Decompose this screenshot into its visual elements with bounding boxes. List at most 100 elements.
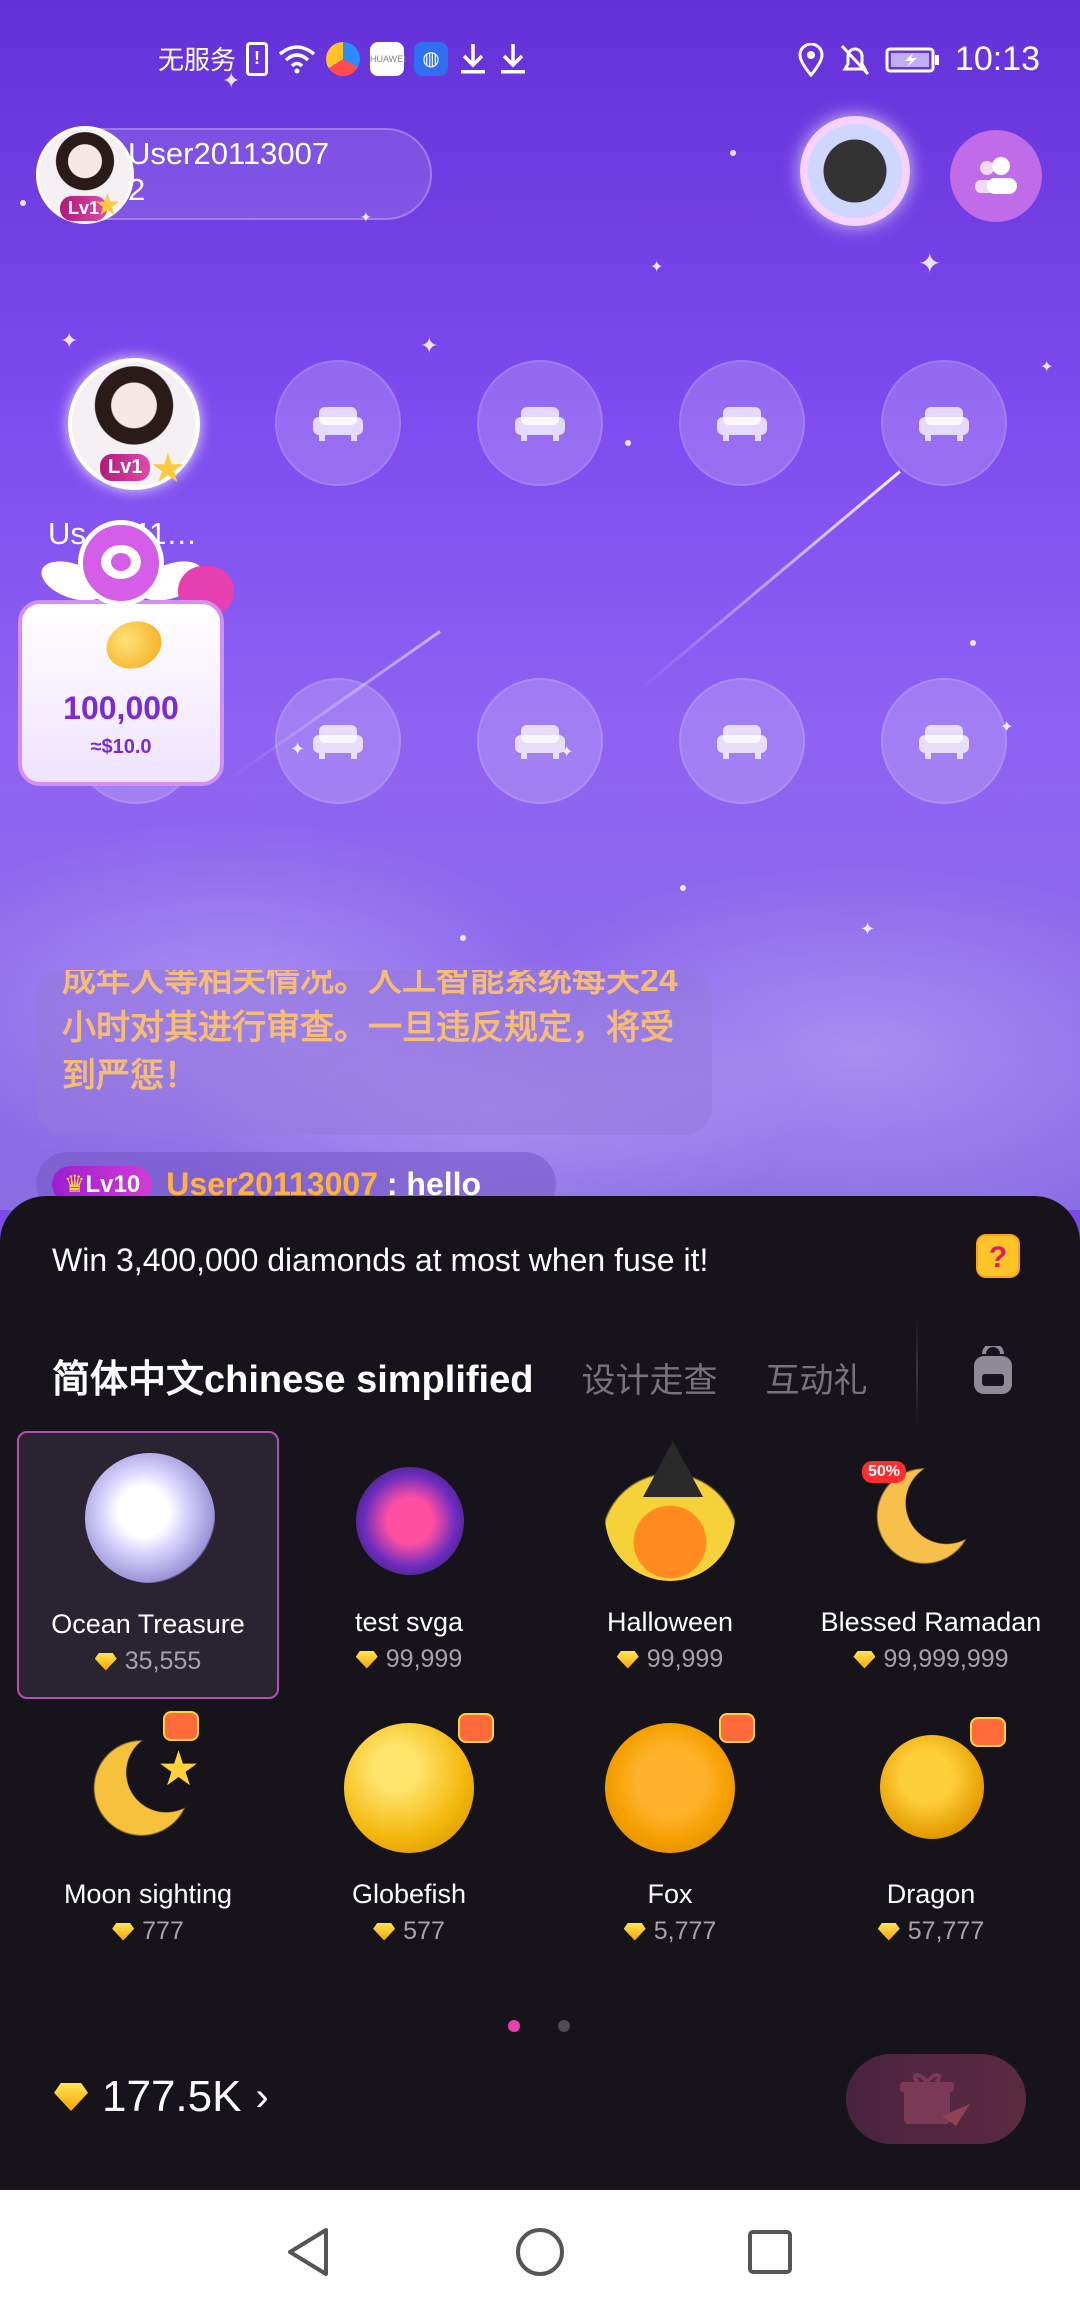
gift-item[interactable]: Globefish 577 (278, 1703, 540, 1971)
gift-price: 35,555 (19, 1647, 277, 1676)
gift-item[interactable]: Halloween 99,999 (539, 1431, 801, 1699)
coin-amount: 100,000 (63, 690, 179, 726)
send-gift-button[interactable] (846, 2054, 1026, 2144)
star-dot (680, 885, 686, 891)
home-circle-icon[interactable] (514, 2226, 566, 2278)
backpack-icon[interactable] (970, 1346, 1016, 1396)
sofa-icon (313, 407, 363, 441)
sofa-icon (717, 725, 767, 759)
gift-tabs: 简体中文chinese simplified 设计走查 互动礼 (52, 1348, 867, 1403)
coin-bean-icon (99, 613, 169, 677)
gift-price: 99,999 (278, 1645, 540, 1674)
online-users-button[interactable] (950, 130, 1042, 222)
empty-seat[interactable] (881, 678, 1007, 804)
gift-name: Dragon (886, 1879, 976, 1909)
battery-charging-icon (885, 47, 939, 72)
treasure-badge-icon (970, 1717, 1006, 1747)
bell-off-icon (840, 44, 870, 75)
diamond-icon (853, 1650, 876, 1669)
gift-item[interactable]: Fox 5,777 (539, 1703, 801, 1971)
tab-divider (916, 1316, 918, 1426)
empty-seat[interactable] (679, 678, 805, 804)
dragon-icon (880, 1735, 984, 1839)
gift-price: 57,777 (800, 1917, 1062, 1946)
treasure-badge-icon (719, 1713, 755, 1743)
star-decoration: ✦ (650, 259, 664, 276)
gift-item[interactable]: ★ Moon sighting 777 (17, 1703, 279, 1971)
diamond-icon (623, 1922, 646, 1941)
coin-reward-card[interactable]: 100,000 ≈$10.0 (18, 600, 224, 786)
back-triangle-icon[interactable] (284, 2226, 332, 2278)
empty-seat[interactable] (881, 360, 1007, 486)
sofa-icon (313, 725, 363, 759)
tab-interactive-gift[interactable]: 互动礼 (765, 1353, 867, 1402)
diamond-balance[interactable]: 177.5K › (54, 2072, 269, 2122)
page-indicator[interactable] (558, 2020, 570, 2032)
diamond-icon (877, 1922, 900, 1941)
gift-item[interactable]: test svga 99,999 (278, 1431, 540, 1699)
coin-usd-value: ≈$10.0 (90, 736, 152, 758)
seat-level-star-icon: ★ (150, 447, 186, 491)
star-dot (460, 935, 466, 941)
carrier-label: 无服务 (158, 45, 237, 75)
users-icon (975, 157, 1017, 194)
gift-price: 99,999 (539, 1645, 801, 1674)
top-contributor-avatar[interactable] (800, 116, 910, 226)
empty-seat[interactable] (477, 678, 603, 804)
balance-amount: 177.5K (102, 2072, 242, 2121)
clock: 10:13 (954, 40, 1040, 78)
page-indicator-active[interactable] (508, 2020, 520, 2032)
gift-price: 99,999,999 (800, 1645, 1062, 1674)
empty-seat[interactable] (477, 360, 603, 486)
sofa-icon (919, 725, 969, 759)
star-dot (20, 200, 26, 206)
star-dot (730, 150, 736, 156)
gift-item[interactable]: Dragon 57,777 (800, 1703, 1062, 1971)
sim-alert-icon: ! (246, 41, 269, 76)
system-notice: 成年人等相关情况。人工智能系统每天24 小时对其进行审查。一旦违反规定，将受到严… (36, 970, 712, 1135)
diamond-icon (94, 1652, 117, 1671)
chevron-right-icon: › (255, 2074, 269, 2119)
gift-price: 5,777 (539, 1917, 801, 1946)
huawei-app-icon: HUAWEI (370, 41, 406, 76)
star-decoration: ✦ (60, 328, 79, 353)
sofa-icon (919, 407, 969, 441)
globe-app-icon: ◍ (414, 41, 449, 76)
mascot-icon (78, 520, 164, 606)
help-button[interactable]: ? (976, 1234, 1020, 1278)
gift-name: Fox (647, 1879, 693, 1909)
sofa-icon (717, 407, 767, 441)
download-icon (501, 43, 526, 73)
shooting-star (638, 470, 901, 692)
gift-name: Moon sighting (63, 1879, 233, 1909)
globefish-icon (344, 1723, 474, 1853)
gift-box-icon (900, 2073, 970, 2126)
star-decoration: ✦ (420, 333, 439, 358)
sofa-icon (515, 407, 565, 441)
gift-item[interactable]: Ocean Treasure 35,555 (17, 1431, 279, 1699)
treasure-badge-icon (163, 1711, 199, 1741)
host-name: User20113007 2 (128, 136, 330, 207)
gift-price: 777 (17, 1917, 279, 1946)
treasure-badge-icon (458, 1713, 494, 1743)
diamond-icon (54, 2083, 88, 2111)
star-decoration: ✦ (1040, 359, 1054, 376)
seat-level-badge: Lv1 (100, 454, 151, 481)
crown-icon: ♛ (64, 1170, 86, 1198)
location-icon (798, 42, 824, 77)
fuse-promo-text: Win 3,400,000 diamonds at most when fuse… (52, 1242, 709, 1278)
tab-design-review[interactable]: 设计走查 (581, 1353, 717, 1402)
browser-icon (326, 41, 361, 76)
car-icon (356, 1467, 464, 1575)
recents-square-icon[interactable] (746, 2228, 794, 2276)
empty-seat[interactable] (275, 360, 401, 486)
tab-chinese-simplified[interactable]: 简体中文chinese simplified (52, 1348, 533, 1403)
star-icon: ★ (157, 1743, 201, 1796)
gift-item[interactable]: 50% Blessed Ramadan 99,999,999 (800, 1431, 1062, 1699)
star-dot (970, 640, 976, 646)
gift-name: Blessed Ramadan (820, 1607, 1042, 1637)
diamond-icon (355, 1650, 378, 1669)
empty-seat[interactable] (275, 678, 401, 804)
empty-seat[interactable] (679, 360, 805, 486)
star-decoration: ✦ (918, 248, 942, 279)
